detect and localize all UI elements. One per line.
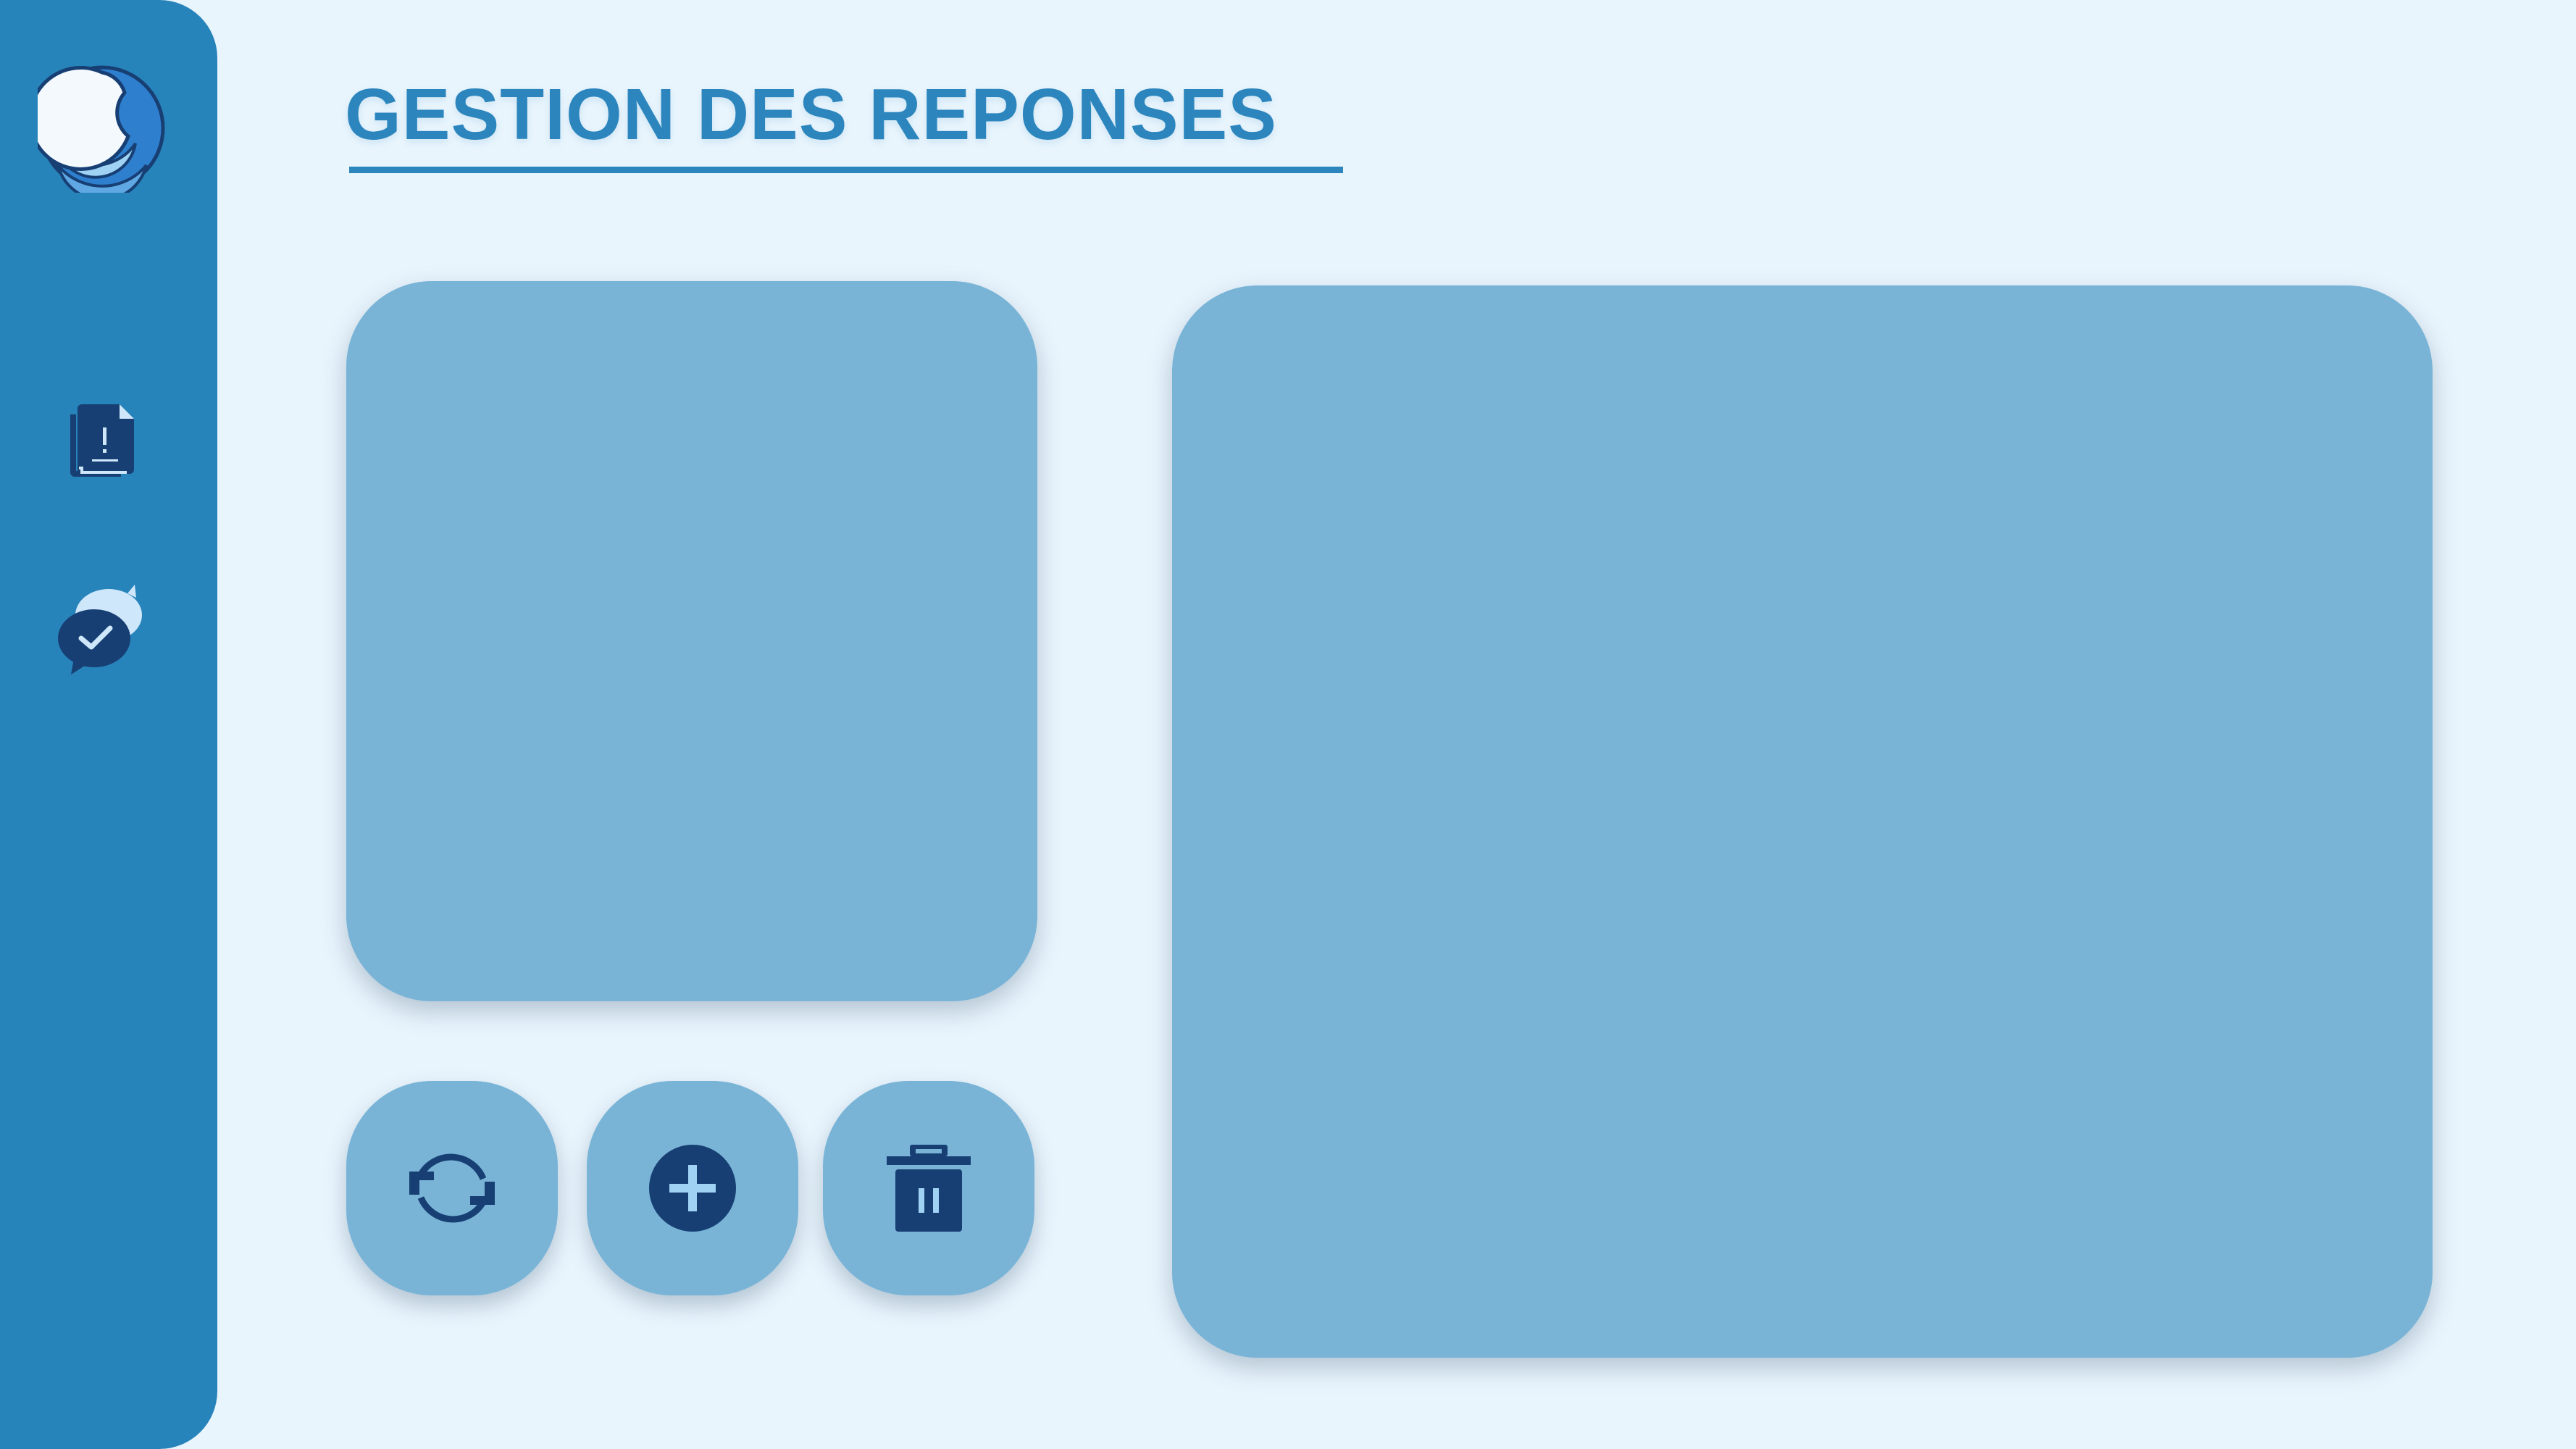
sidebar: [0, 0, 217, 1449]
response-detail-panel[interactable]: [1172, 285, 2433, 1358]
sidebar-item-reports[interactable]: [51, 391, 152, 493]
trash-icon: [887, 1145, 971, 1232]
chat-check-icon: [58, 585, 142, 675]
delete-button[interactable]: [823, 1081, 1034, 1295]
responses-list-panel[interactable]: [346, 281, 1037, 1001]
logo-icon: [28, 65, 165, 201]
add-button[interactable]: [587, 1081, 798, 1295]
title-underline: [349, 167, 1343, 173]
refresh-button[interactable]: [346, 1081, 558, 1295]
page-title: GESTION DES REPONSES: [345, 74, 1277, 155]
document-alert-icon: [70, 404, 134, 477]
refresh-icon: [409, 1153, 495, 1223]
plus-circle-icon: [649, 1145, 736, 1232]
sidebar-item-responses[interactable]: [51, 580, 152, 681]
app-logo[interactable]: [28, 64, 167, 201]
